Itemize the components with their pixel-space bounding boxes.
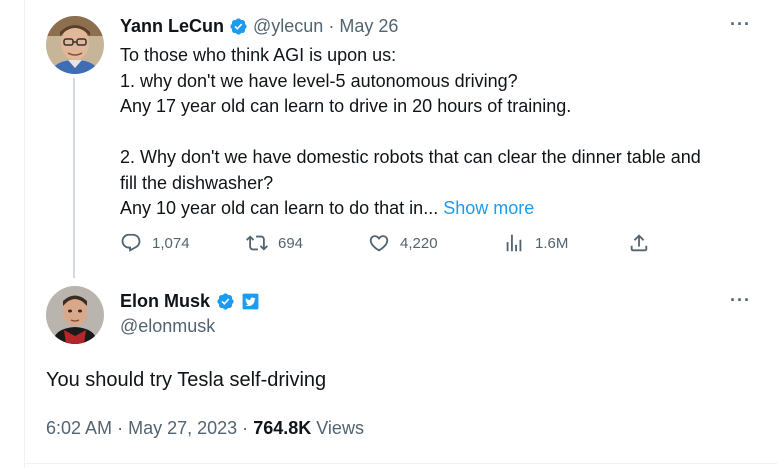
tweet-line: Any 17 year old can learn to drive in 20… [120,96,572,116]
parent-handle[interactable]: @ylecun [253,16,323,37]
tweet-last-line-text: Any 10 year old can learn to do that in.… [120,198,439,218]
show-more-link[interactable]: Show more [443,198,534,218]
share-icon [630,234,648,252]
tweet-line: 2. Why don't we have domestic robots tha… [120,147,701,167]
twitter-bird-badge-icon[interactable] [241,292,260,311]
separator-dot: · [117,418,124,438]
reply-button[interactable]: 1,074 [120,232,190,254]
tweet-actions-bar: 1,074 694 4,220 1.6M [120,232,660,258]
reply-views-label: Views [316,418,364,438]
parent-author-name[interactable]: Yann LeCun [120,16,224,37]
verified-badge-icon[interactable] [229,17,248,36]
yann-lecun-avatar[interactable] [46,16,104,74]
parent-tweet-header: Yann LeCun @ylecun · May 26 [120,15,398,37]
more-options-icon[interactable]: ··· [730,14,751,35]
parent-date[interactable]: May 26 [339,16,398,37]
views-count: 1.6M [535,234,569,252]
tweet-line: fill the dishwasher? [120,172,274,193]
tweet-line-last: Any 10 year old can learn to do that in.… [120,196,760,222]
tweet-line: 1. why don't we have level-5 autonomous … [120,70,518,91]
retweet-count: 694 [278,234,304,252]
reply-timestamp[interactable]: 6:02 AM [46,418,112,438]
share-button[interactable] [628,232,650,254]
retweet-icon [246,235,268,251]
reply-author-name[interactable]: Elon Musk [120,291,210,312]
separator-dot: · [328,15,335,36]
parent-tweet-text: To those who think AGI is upon us: 1. wh… [120,43,760,222]
reply-metadata: 6:02 AM · May 27, 2023 · 764.8K Views [46,418,364,439]
reply-author-header: Elon Musk [120,291,260,312]
reply-tweet-text: You should try Tesla self-driving [46,369,327,391]
heart-icon [369,235,389,252]
like-button[interactable]: 4,220 [368,232,438,254]
reply-count: 1,074 [152,234,190,252]
views-button[interactable]: 1.6M [503,232,568,254]
like-count: 4,220 [400,234,438,252]
reply-views-count[interactable]: 764.8K [253,418,311,438]
separator-dot: · [242,418,249,438]
reply-icon [121,233,141,252]
verified-badge-icon[interactable] [216,292,235,311]
more-options-icon[interactable]: ··· [730,290,751,311]
retweet-button[interactable]: 694 [246,232,303,254]
analytics-icon [506,234,522,252]
divider-line [24,463,777,464]
tweet-line: To those who think AGI is upon us: [120,45,397,65]
elon-musk-avatar[interactable] [46,286,104,344]
reply-handle[interactable]: @elonmusk [120,316,215,337]
thread-connector-line [73,78,75,278]
reply-date[interactable]: May 27, 2023 [128,418,237,438]
